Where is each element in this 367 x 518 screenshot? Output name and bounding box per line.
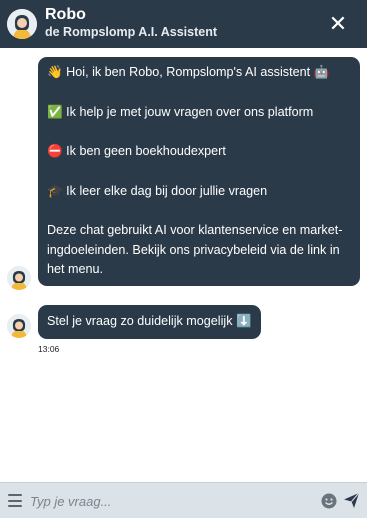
message-composer: [0, 482, 367, 518]
chat-title: Robo: [45, 6, 86, 23]
bot-message-welcome: 👋 Hoi, ik ben Robo, Rompslomp's AI assis…: [38, 57, 360, 286]
message-line: 🎓 Ik leer elke dag bij door jullie vrage…: [47, 183, 268, 198]
message-line: Deze chat gebruikt AI voor klantenservic…: [47, 223, 343, 276]
send-icon[interactable]: [343, 492, 360, 509]
bot-message-prompt: Stel je vraag zo duidelijk mogelijk ⬇️: [38, 305, 261, 339]
emoji-icon[interactable]: [321, 493, 337, 509]
message-input[interactable]: [30, 490, 310, 512]
bot-avatar-icon: [7, 314, 31, 338]
message-timestamp: 13:06: [38, 344, 60, 354]
chat-subtitle: de Rompslomp A.I. Assistent: [45, 25, 218, 39]
chat-header: Robo de Rompslomp A.I. Assistent ✕: [0, 0, 367, 48]
message-line: 👋 Hoi, ik ben Robo, Rompslomp's AI assis…: [47, 65, 330, 79]
robo-avatar-icon: [7, 9, 37, 39]
message-line: ✅ Ik help je met jouw vragen over ons pl…: [47, 104, 314, 119]
menu-icon[interactable]: [8, 494, 22, 507]
bot-avatar-icon: [7, 266, 31, 290]
close-icon[interactable]: ✕: [327, 13, 349, 35]
message-line: ⛔ Ik ben geen boekhoudexpert: [47, 144, 226, 158]
